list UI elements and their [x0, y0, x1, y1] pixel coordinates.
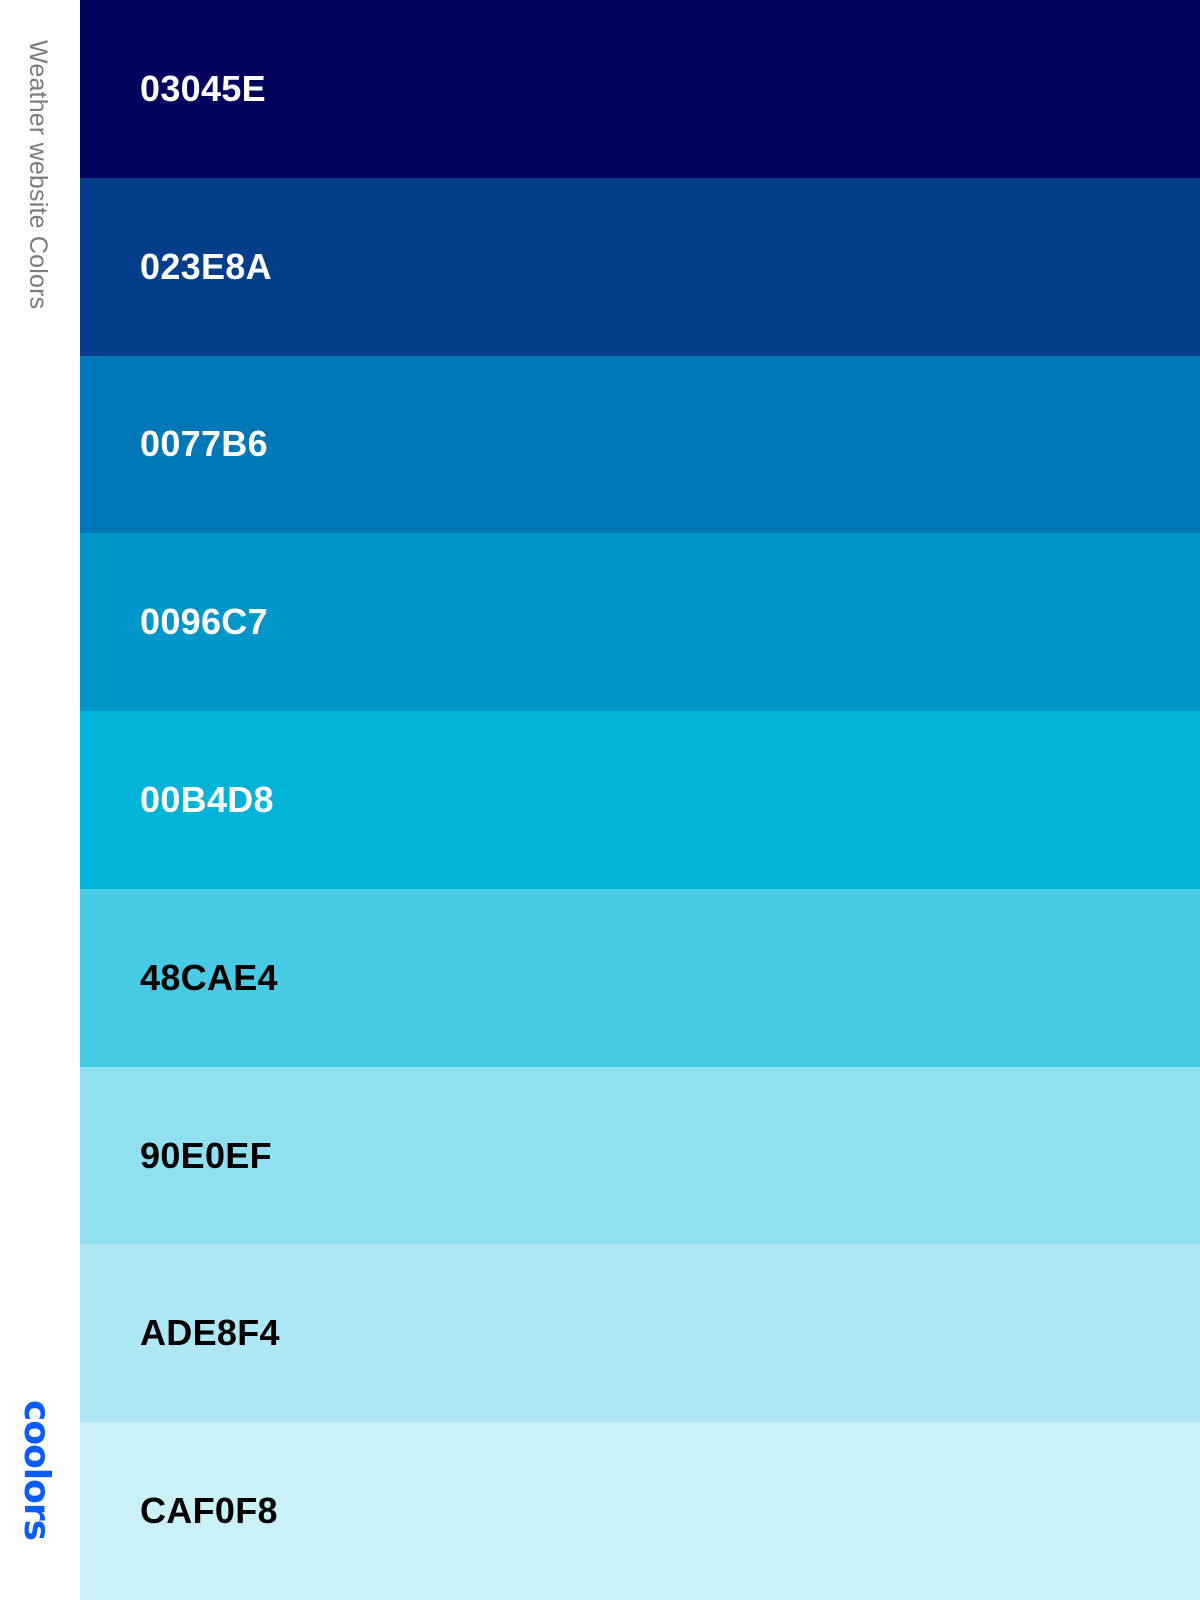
color-swatch[interactable]: ADE8F4 [80, 1244, 1200, 1423]
color-swatch[interactable]: 00B4D8 [80, 711, 1200, 889]
color-swatch[interactable]: 90E0EF [80, 1066, 1200, 1245]
hex-code: CAF0F8 [140, 1490, 278, 1532]
hex-code: 023E8A [140, 245, 272, 287]
color-swatch[interactable]: 48CAE4 [80, 888, 1200, 1067]
hex-code: ADE8F4 [140, 1312, 280, 1354]
sidebar: Weather website Colors coolors [0, 0, 80, 1600]
coolors-logo[interactable]: coolors [16, 1400, 57, 1540]
palette-page: Weather website Colors coolors 03045E 02… [0, 0, 1200, 1600]
hex-code: 03045E [140, 67, 266, 109]
hex-code: 48CAE4 [140, 956, 278, 998]
hex-code: 0077B6 [140, 423, 268, 465]
swatch-list: 03045E 023E8A 0077B6 0096C7 00B4D8 48CAE… [80, 0, 1200, 1600]
color-swatch[interactable]: 0096C7 [80, 533, 1200, 712]
color-swatch[interactable]: 023E8A [80, 177, 1200, 356]
color-swatch[interactable]: 03045E [80, 0, 1200, 178]
color-swatch[interactable]: 0077B6 [80, 355, 1200, 534]
hex-code: 0096C7 [140, 601, 268, 643]
palette-title: Weather website Colors [24, 40, 52, 310]
hex-code: 90E0EF [140, 1134, 272, 1176]
color-swatch[interactable]: CAF0F8 [80, 1422, 1200, 1600]
hex-code: 00B4D8 [140, 779, 274, 821]
